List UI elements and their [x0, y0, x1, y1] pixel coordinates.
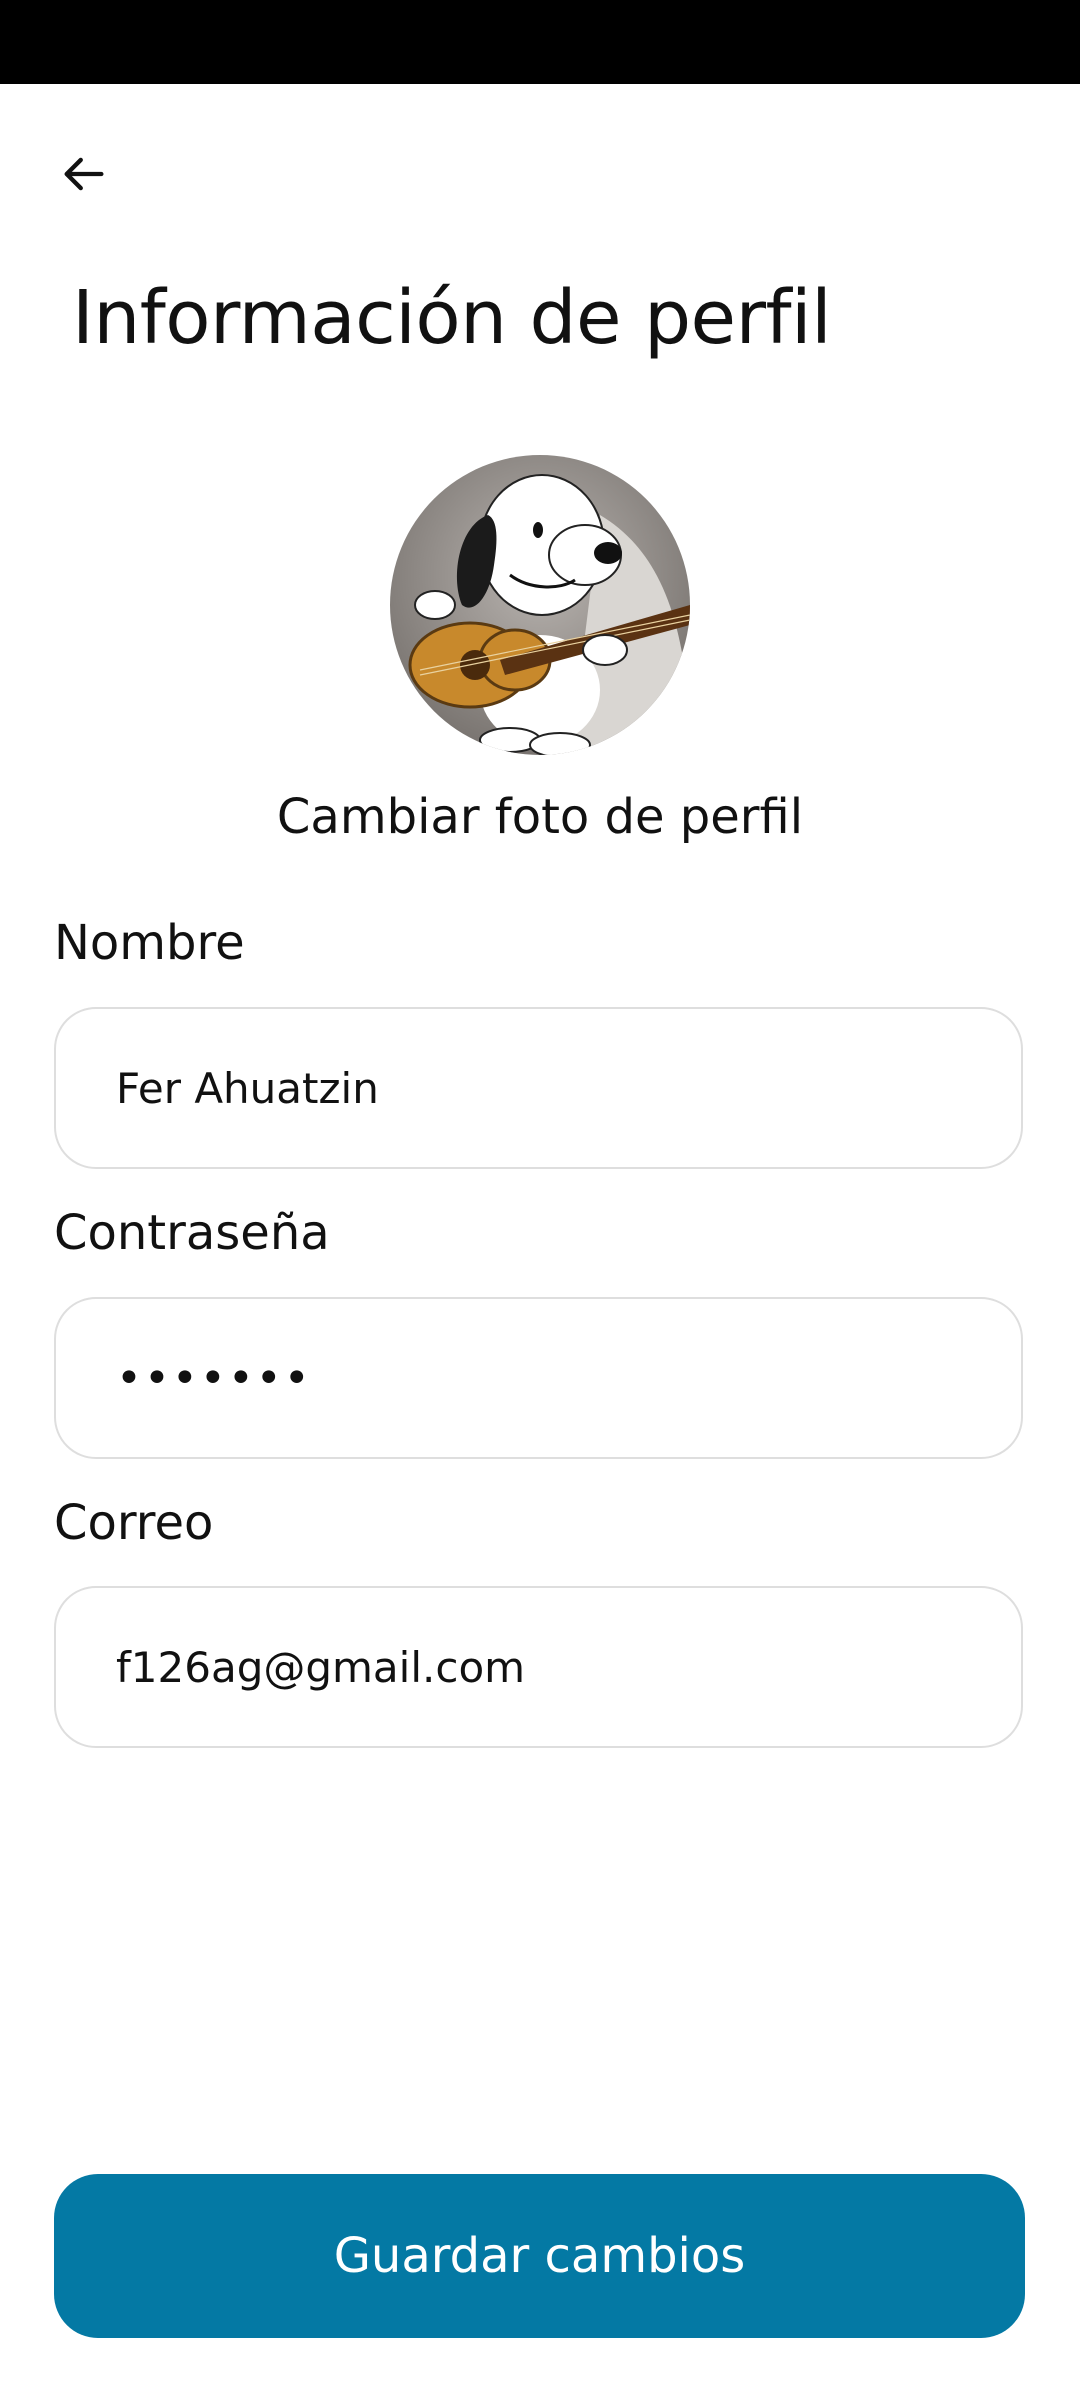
email-field[interactable]	[54, 1586, 1023, 1748]
avatar[interactable]	[390, 455, 690, 755]
name-label: Nombre	[54, 915, 245, 971]
name-field[interactable]	[54, 1007, 1023, 1169]
back-button[interactable]	[44, 134, 124, 214]
save-button[interactable]: Guardar cambios	[54, 2174, 1025, 2338]
password-field[interactable]	[54, 1297, 1023, 1459]
arrow-left-icon	[64, 157, 104, 191]
change-photo-link[interactable]: Cambiar foto de perfil	[0, 782, 1080, 852]
email-label: Correo	[54, 1495, 214, 1551]
status-bar	[0, 0, 1080, 84]
password-label: Contraseña	[54, 1205, 330, 1261]
profile-photo	[390, 455, 690, 755]
page-title: Información de perfil	[72, 275, 832, 361]
